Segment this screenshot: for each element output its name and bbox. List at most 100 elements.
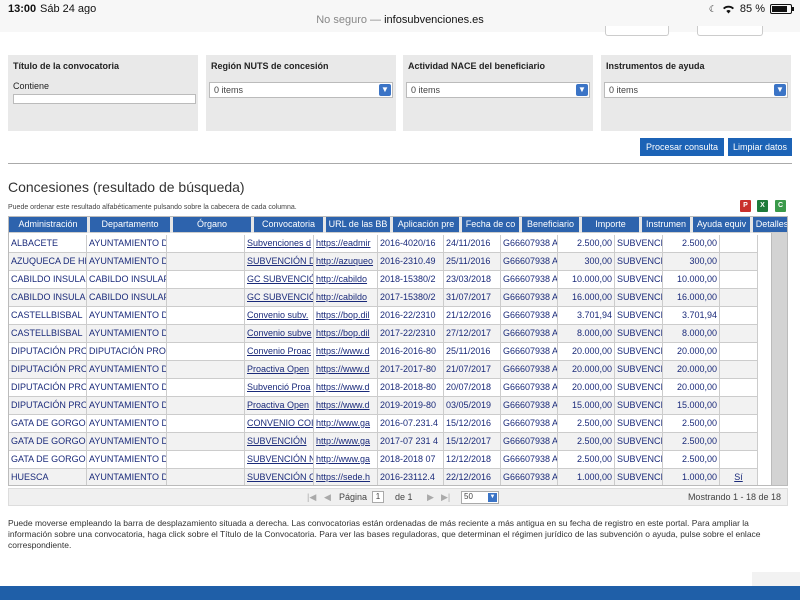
column-header-ayuda-equiv[interactable]: Ayuda equiv xyxy=(693,217,750,233)
csv-export-icon[interactable]: C xyxy=(775,200,786,212)
cell-detalles xyxy=(720,415,758,433)
page-input[interactable]: 1 xyxy=(372,491,384,503)
cell-importe: 20.000,00 xyxy=(558,361,615,379)
table-row[interactable]: ALBACETE AYUNTAMIENTO D Subvenciones d http… xyxy=(9,235,758,253)
column-header-convocatoria[interactable]: Convocatoria xyxy=(254,217,323,233)
column-header-importe[interactable]: Importe xyxy=(582,217,639,233)
instrumentos-select-value: 0 items xyxy=(609,85,639,95)
page-size-select[interactable]: 50 ▼ xyxy=(461,491,499,504)
cell-convocatoria[interactable]: Convenio Proac xyxy=(245,343,314,361)
table-row[interactable]: GATA DE GORGOS AYUNTAMIENTO D SUBVENCIÓN N… xyxy=(9,451,758,469)
table-row[interactable]: DIPUTACIÓN PROV AYUNTAMIENTO D Proactiva O… xyxy=(9,361,758,379)
table-row[interactable]: CASTELLBISBAL AYUNTAMIENTO D Convenio subv… xyxy=(9,325,758,343)
cell-convocatoria[interactable]: GC SUBVENCIÓ xyxy=(245,289,314,307)
cell-aplicacion: 2018-15380/2 xyxy=(378,271,444,289)
cell-detalles xyxy=(720,325,758,343)
cell-instrumento: SUBVENCIÓ xyxy=(615,235,663,253)
cell-url-bases[interactable]: http://azuqueo xyxy=(314,253,378,271)
cell-url-bases[interactable]: https://bop.dil xyxy=(314,307,378,325)
moon-icon: ☾ xyxy=(708,3,717,14)
table-header: Administración Departamento Órgano Convocat… xyxy=(9,217,787,233)
cell-organo xyxy=(167,289,245,307)
cell-organo xyxy=(167,343,245,361)
date-input-stub[interactable] xyxy=(697,26,763,36)
table-row[interactable]: CABILDO INSULAI CABILDO INSULAF GC SUBVENC… xyxy=(9,289,758,307)
titulo-input[interactable] xyxy=(13,94,196,104)
cell-url-bases[interactable]: https://bop.dil xyxy=(314,325,378,343)
chevron-down-icon[interactable]: ▼ xyxy=(379,84,391,96)
region-select[interactable]: 0 items ▼ xyxy=(209,82,393,98)
last-page-icon[interactable]: ▶| xyxy=(441,492,450,503)
table-row[interactable]: HUESCA AYUNTAMIENTO D SUBVENCIÓN Chttps://… xyxy=(9,469,758,485)
cell-url-bases[interactable]: https://www.d xyxy=(314,343,378,361)
cell-url-bases[interactable]: http://cabildo xyxy=(314,289,378,307)
cell-convocatoria[interactable]: Convenio subve xyxy=(245,325,314,343)
table-row[interactable]: CASTELLBISBAL AYUNTAMIENTO D Convenio subv… xyxy=(9,307,758,325)
column-header-detalles[interactable]: Detalles xyxy=(753,217,787,233)
cell-url-bases[interactable]: https://www.d xyxy=(314,361,378,379)
prev-page-icon[interactable]: ◀ xyxy=(324,492,331,503)
instrumentos-select[interactable]: 0 items ▼ xyxy=(604,82,788,98)
cell-convocatoria[interactable]: Subvenciones d xyxy=(245,235,314,253)
table-row[interactable]: GATA DE GORGOS AYUNTAMIENTO D CONVENIO COI… xyxy=(9,415,758,433)
cell-url-bases[interactable]: https://sede.h xyxy=(314,469,378,485)
table-row[interactable]: GATA DE GORGOS AYUNTAMIENTO D SUBVENCIÓN ht… xyxy=(9,433,758,451)
table-row[interactable]: CABILDO INSULAI CABILDO INSULAF GC SUBVENC… xyxy=(9,271,758,289)
column-header-organo[interactable]: Órgano xyxy=(173,217,251,233)
procesar-consulta-button[interactable]: Procesar consulta xyxy=(640,138,724,156)
cell-convocatoria[interactable]: SUBVENCIÓN C xyxy=(245,469,314,485)
column-header-instrumento[interactable]: Instrumen xyxy=(642,217,690,233)
cell-detalles[interactable]: Sí xyxy=(720,469,758,485)
cell-convocatoria[interactable]: Convenio subv. xyxy=(245,307,314,325)
pdf-export-icon[interactable]: P xyxy=(740,200,751,212)
cell-convocatoria[interactable]: GC SUBVENCIÓ xyxy=(245,271,314,289)
cell-aplicacion: 2016-22/2310 xyxy=(378,307,444,325)
actividad-select[interactable]: 0 items ▼ xyxy=(406,82,590,98)
column-header-departamento[interactable]: Departamento xyxy=(90,217,170,233)
column-header-beneficiario[interactable]: Beneficiario xyxy=(522,217,579,233)
chevron-down-icon[interactable]: ▼ xyxy=(488,493,497,502)
next-page-icon[interactable]: ▶ xyxy=(427,492,434,503)
cell-fecha: 22/12/2016 xyxy=(444,469,501,485)
date-input-stub[interactable] xyxy=(605,26,669,36)
cell-convocatoria[interactable]: Proactiva Open xyxy=(245,361,314,379)
cell-convocatoria[interactable]: Subvenció Proa xyxy=(245,379,314,397)
table-row[interactable]: DIPUTACIÓN PROV AYUNTAMIENTO D Subvenció P… xyxy=(9,379,758,397)
cell-aplicacion: 2017-2017-80 xyxy=(378,361,444,379)
cell-aplicacion: 2016-07.231.4 xyxy=(378,415,444,433)
cell-convocatoria[interactable]: SUBVENCIÓN D xyxy=(245,253,314,271)
column-header-aplicacion[interactable]: Aplicación pre xyxy=(393,217,459,233)
column-header-fecha[interactable]: Fecha de co xyxy=(462,217,519,233)
cell-detalles xyxy=(720,289,758,307)
cell-convocatoria[interactable]: CONVENIO COI xyxy=(245,415,314,433)
vertical-scrollbar[interactable] xyxy=(771,217,787,485)
cell-url-bases[interactable]: http://www.ga xyxy=(314,415,378,433)
cell-beneficiario: G66607938 A xyxy=(501,379,558,397)
cell-organo xyxy=(167,271,245,289)
column-header-administracion[interactable]: Administración xyxy=(9,217,87,233)
first-page-icon[interactable]: |◀ xyxy=(307,492,316,503)
cell-fecha: 20/07/2018 xyxy=(444,379,501,397)
table-row[interactable]: AZUQUECA DE HE AYUNTAMIENTO D SUBVENCIÓN D… xyxy=(9,253,758,271)
cell-convocatoria[interactable]: SUBVENCIÓN xyxy=(245,433,314,451)
excel-export-icon[interactable]: X xyxy=(757,200,768,212)
cell-url-bases[interactable]: http://www.ga xyxy=(314,433,378,451)
limpiar-datos-button[interactable]: Limpiar datos xyxy=(728,138,792,156)
address-bar[interactable]: No seguro — infosubvenciones.es xyxy=(0,14,800,32)
cell-convocatoria[interactable]: Proactiva Open xyxy=(245,397,314,415)
table-row[interactable]: DIPUTACIÓN PROV AYUNTAMIENTO D Proactiva O… xyxy=(9,397,758,415)
table-row[interactable]: DIPUTACIÓN PROV DIPUTACIÓN PROV Convenio P… xyxy=(9,343,758,361)
cell-detalles xyxy=(720,451,758,469)
cell-url-bases[interactable]: https://www.d xyxy=(314,397,378,415)
cell-detalles xyxy=(720,343,758,361)
chevron-down-icon[interactable]: ▼ xyxy=(576,84,588,96)
cell-url-bases[interactable]: http://www.ga xyxy=(314,451,378,469)
chevron-down-icon[interactable]: ▼ xyxy=(774,84,786,96)
cell-url-bases[interactable]: https://eadmir xyxy=(314,235,378,253)
cell-convocatoria[interactable]: SUBVENCIÓN N xyxy=(245,451,314,469)
cell-url-bases[interactable]: http://cabildo xyxy=(314,271,378,289)
cell-beneficiario: G66607938 A xyxy=(501,361,558,379)
cell-url-bases[interactable]: https://www.d xyxy=(314,379,378,397)
cell-ayuda-equiv: 15.000,00 xyxy=(663,397,720,415)
column-header-url-bases[interactable]: URL de las BB xyxy=(326,217,390,233)
